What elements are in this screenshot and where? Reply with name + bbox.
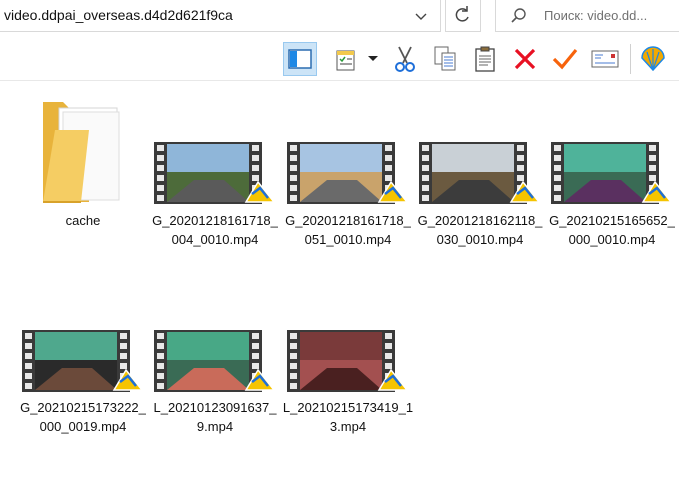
toolbar-separator — [630, 44, 631, 74]
file-name: L_20210123091637_9.mp4 — [153, 400, 277, 434]
video-item[interactable] — [287, 330, 409, 397]
video-thumbnail — [154, 330, 276, 392]
video-thumbnail — [551, 142, 673, 204]
refresh-icon — [455, 6, 469, 22]
video-item[interactable] — [22, 330, 144, 397]
address-bar[interactable]: video.ddpai_overseas.d4d2d621f9ca — [0, 0, 441, 32]
copy-icon — [434, 46, 456, 71]
search-placeholder: Поиск: video.dd... — [544, 8, 648, 23]
email-icon — [591, 50, 619, 68]
video-item[interactable] — [154, 330, 276, 397]
refresh-button[interactable] — [445, 0, 481, 32]
file-name: G_20201218161718_051_0010.mp4 — [285, 213, 411, 247]
address-path: video.ddpai_overseas.d4d2d621f9ca — [4, 7, 233, 23]
file-name: L_20210215173419_13.mp4 — [282, 400, 414, 434]
cut-button[interactable] — [388, 42, 422, 76]
email-button[interactable] — [588, 42, 622, 76]
preview-pane-icon — [288, 49, 312, 69]
video-thumbnail — [419, 142, 541, 204]
file-name: G_20201218161718_004_0010.mp4 — [152, 213, 278, 247]
toolbar — [0, 38, 679, 81]
search-icon — [510, 7, 528, 30]
file-name: cache — [65, 213, 101, 228]
chevron-down-icon — [368, 56, 378, 61]
video-thumbnail — [154, 142, 276, 204]
folder-icon — [43, 102, 120, 203]
address-row: video.ddpai_overseas.d4d2d621f9ca Поиск:… — [0, 0, 679, 33]
video-thumbnail — [22, 330, 144, 392]
paste-icon — [475, 46, 495, 72]
video-item[interactable] — [287, 142, 409, 209]
properties-button[interactable] — [330, 42, 364, 76]
apply-button[interactable] — [548, 42, 582, 76]
search-field[interactable]: Поиск: video.dd... — [495, 0, 679, 32]
properties-icon — [336, 50, 355, 71]
shell-button[interactable] — [636, 42, 670, 76]
delete-button[interactable] — [508, 42, 542, 76]
delete-icon — [514, 48, 536, 70]
video-item[interactable] — [419, 142, 541, 209]
preview-pane-button[interactable] — [283, 42, 317, 76]
video-item[interactable] — [551, 142, 673, 209]
chevron-down-icon[interactable] — [408, 6, 434, 28]
file-name: G_20201218162118_030_0010.mp4 — [417, 213, 543, 247]
cut-icon — [395, 46, 415, 72]
video-thumbnail — [287, 330, 409, 392]
file-name: G_20210215165652_000_0010.mp4 — [549, 213, 675, 247]
check-icon — [552, 48, 578, 70]
properties-dropdown[interactable] — [362, 42, 384, 76]
shell-icon — [641, 46, 665, 72]
file-name: G_20210215173222_000_0019.mp4 — [20, 400, 146, 434]
folder-item[interactable] — [41, 100, 123, 210]
copy-button[interactable] — [428, 42, 462, 76]
paste-button[interactable] — [468, 42, 502, 76]
video-item[interactable] — [154, 142, 276, 209]
video-thumbnail — [287, 142, 409, 204]
